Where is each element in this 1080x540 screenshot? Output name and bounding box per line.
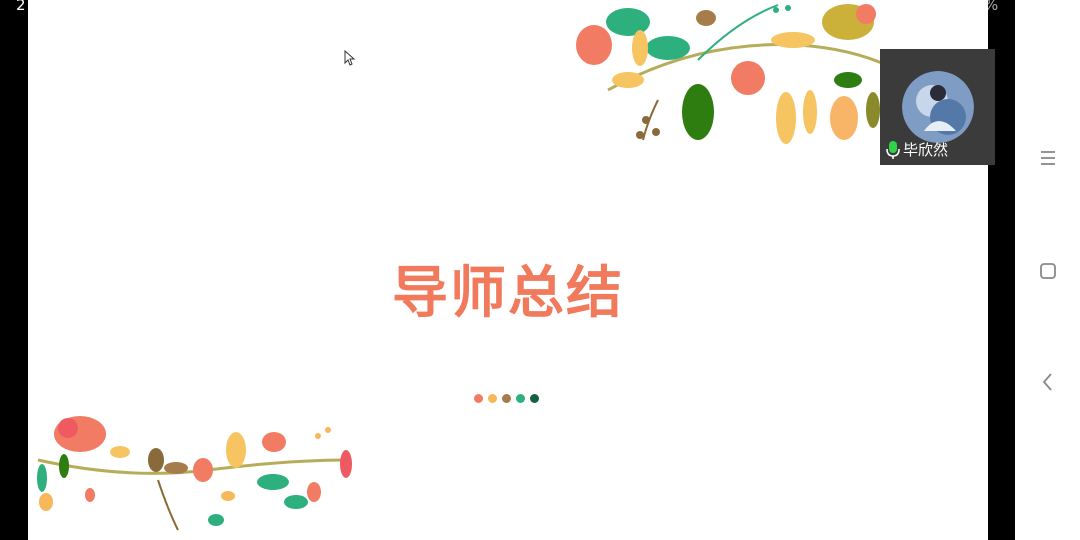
- participant-name: 毕欣然: [903, 141, 949, 159]
- decor-dot: [474, 394, 483, 403]
- participant-avatar: [902, 71, 974, 143]
- status-time: 2: [16, 0, 26, 14]
- participant-label: 毕欣然: [885, 139, 948, 160]
- home-square-icon[interactable]: [1035, 258, 1061, 284]
- mouse-pointer-icon: [344, 50, 356, 66]
- mic-icon: [886, 140, 900, 159]
- participant-video-tile[interactable]: 毕欣然: [880, 49, 995, 165]
- slide-dots: [474, 394, 539, 403]
- decor-dot: [530, 394, 539, 403]
- decor-dot: [516, 394, 525, 403]
- back-chevron-icon[interactable]: [1035, 369, 1061, 395]
- floral-bottom-decoration: [37, 416, 352, 531]
- decor-dot: [502, 394, 511, 403]
- system-nav-bar: [1015, 0, 1080, 540]
- decor-dot: [488, 394, 497, 403]
- menu-icon[interactable]: [1035, 145, 1061, 171]
- presentation-slide: 导师总结: [28, 0, 988, 540]
- slide-title: 导师总结: [392, 261, 624, 326]
